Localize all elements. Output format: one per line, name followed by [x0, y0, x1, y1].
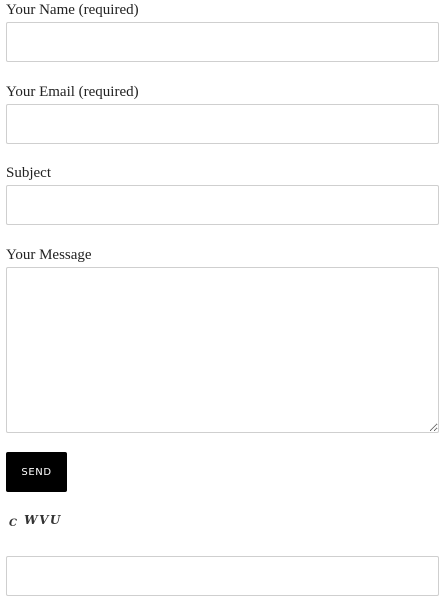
captcha-char-first: C — [9, 518, 19, 529]
subject-label: Subject — [6, 165, 51, 181]
name-label: Your Name (required) — [6, 2, 139, 18]
subject-input[interactable] — [6, 185, 439, 225]
contact-form: Your Name (required) Your Email (require… — [0, 0, 446, 603]
captcha-chars-rest: WVU — [18, 513, 62, 527]
send-button[interactable]: SEND — [6, 452, 67, 492]
name-input[interactable] — [6, 22, 439, 62]
message-textarea[interactable] — [6, 267, 439, 433]
email-label: Your Email (required) — [6, 84, 139, 100]
email-input[interactable] — [6, 104, 439, 144]
message-label: Your Message — [6, 247, 92, 263]
captcha-image: C WVU — [9, 513, 62, 529]
captcha-input[interactable] — [6, 556, 439, 596]
